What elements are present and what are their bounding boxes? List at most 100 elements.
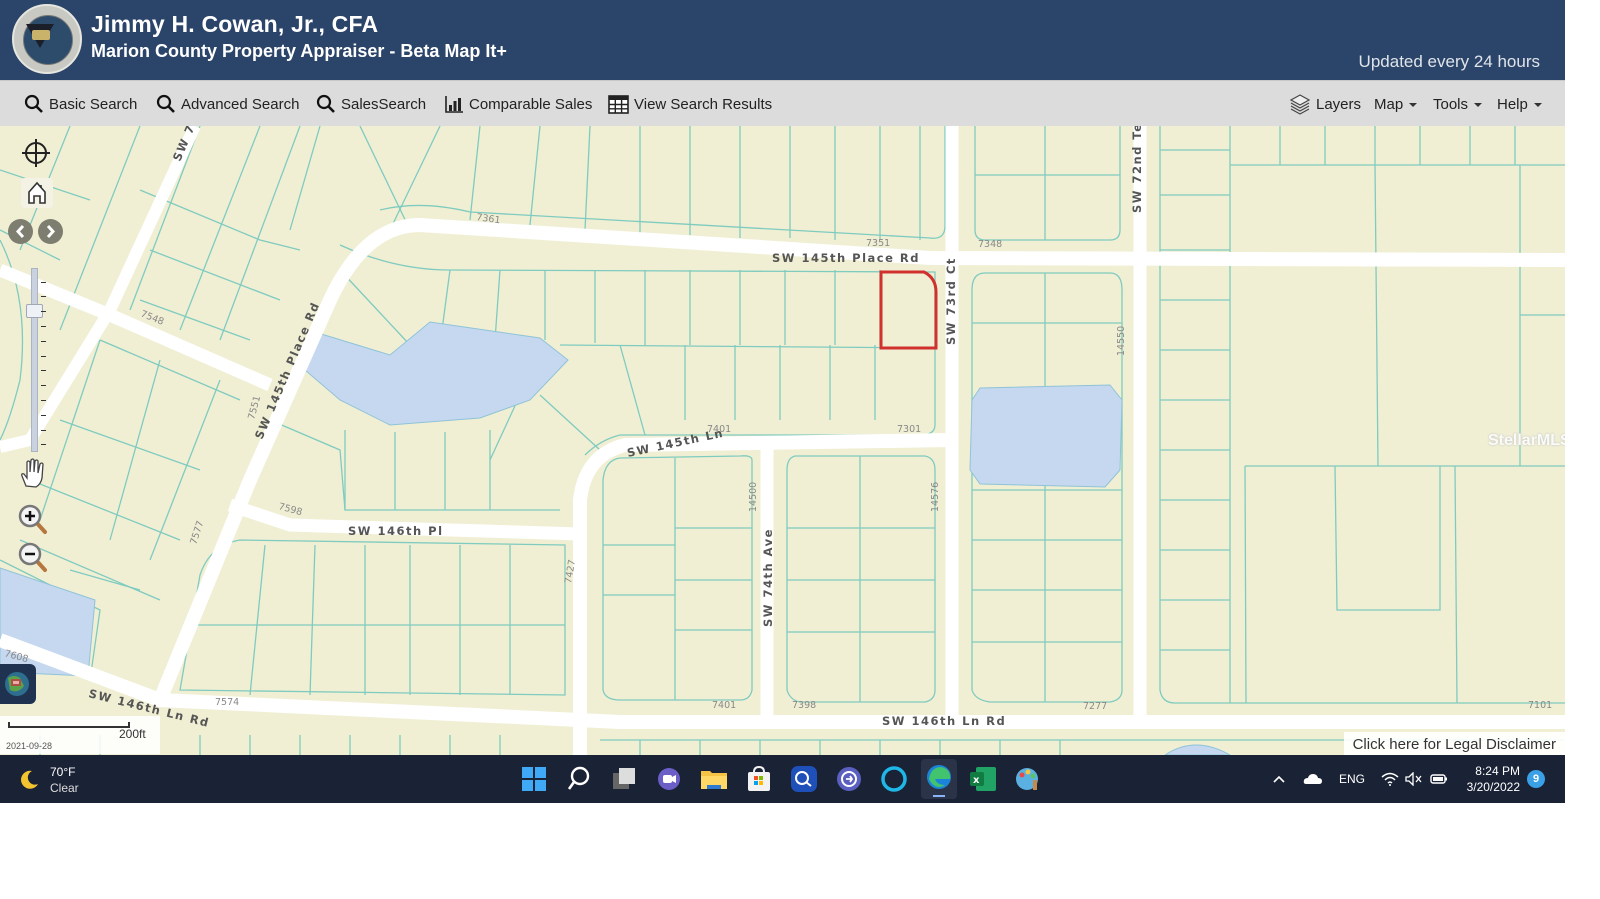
home-button[interactable] [21,178,53,208]
weather-temperature: 70°F [50,765,76,779]
address-label: 14500 [748,482,759,512]
layers-button[interactable]: Layers [1289,81,1361,127]
toolbar: Basic Search Advanced Search SalesSearch… [0,80,1565,127]
search-icon [24,94,43,113]
edge-icon [927,765,951,797]
map-canvas[interactable]: SW 145th Place Rd SW 145th Place Rd SW 7… [0,126,1565,755]
taskbar-search-button[interactable] [564,764,594,794]
street-label-sw-74th-ave: SW 74th Ave [761,528,775,627]
volume-button[interactable] [1405,755,1423,803]
locate-button[interactable] [21,138,51,168]
paint-button[interactable] [1013,764,1043,794]
comparable-sales-button[interactable]: Comparable Sales [444,81,592,127]
show-hidden-icons-button[interactable] [1272,755,1286,803]
chevron-left-icon [15,224,25,239]
zoom-out-button[interactable] [17,541,49,573]
basic-search-label: Basic Search [49,95,138,113]
caret-down-icon [1474,103,1483,107]
address-label: 7101 [1528,700,1552,711]
map-menu-label: Map [1374,95,1404,113]
address-label: 7401 [712,700,736,711]
parcel-map: SW 145th Place Rd SW 145th Place Rd SW 7… [0,126,1565,755]
crosshair-icon [22,139,50,167]
onedrive-button[interactable] [1303,755,1323,803]
address-label: 7398 [792,700,816,711]
legal-disclaimer-link[interactable]: Click here for Legal Disclaimer [1343,732,1565,755]
property-appraiser-seal-logo[interactable] [12,4,82,74]
watermark: StellarMLS [1488,432,1565,449]
caret-down-icon [1533,103,1542,107]
roads [0,126,1565,755]
sales-search-button[interactable]: SalesSearch [316,81,426,127]
clock-date: 3/20/2022 [1466,780,1520,794]
cloud-icon [1303,774,1322,784]
map-menu-button[interactable]: Map [1374,81,1418,127]
address-label: 14576 [930,482,941,512]
street-label-sw-72nd-ter: SW 72nd Te [1130,126,1144,213]
imagery-date: 2021-09-28 [6,741,53,751]
wifi-icon [1381,772,1399,786]
previous-extent-button[interactable] [8,219,33,244]
zoom-slider[interactable] [26,264,46,454]
basic-search-button[interactable]: Basic Search [24,81,137,127]
comparable-sales-label: Comparable Sales [469,95,593,113]
start-button[interactable] [519,764,549,794]
app-search-button[interactable] [789,764,819,794]
help-menu-label: Help [1497,95,1528,113]
address-label: 7401 [707,424,731,435]
header-banner: Jimmy H. Cowan, Jr., CFA Marion County P… [0,0,1565,80]
alexa-icon [881,766,907,792]
folder-icon [701,771,727,789]
tools-menu-button[interactable]: Tools [1433,81,1483,127]
excel-button[interactable]: x [968,764,998,794]
street-label-sw-146th-ln-rd-east: SW 146th Ln Rd [882,714,1006,728]
windows-taskbar: 70°F Clear x ENG 8:24 PM 3/20/2022 9 [0,755,1565,803]
alexa-button[interactable] [879,764,909,794]
zoom-in-button[interactable] [17,503,49,535]
next-extent-button[interactable] [38,219,63,244]
pan-button[interactable] [18,456,48,490]
pan-hand-icon [21,458,44,488]
view-search-results-label: View Search Results [634,95,773,113]
weather-description: Clear [50,781,79,795]
edge-button[interactable] [921,759,957,799]
microsoft-store-button[interactable] [744,764,774,794]
app-circle-icon [837,767,861,791]
file-explorer-button[interactable] [699,764,729,794]
notification-badge[interactable]: 9 [1527,770,1545,788]
wifi-button[interactable] [1381,755,1399,803]
address-label: 7577 [188,520,206,546]
help-menu-button[interactable]: Help [1497,81,1542,127]
store-icon [748,765,770,791]
basemap-toggle-button[interactable] [0,664,36,704]
weather-widget[interactable]: 70°F Clear [18,764,79,796]
street-label-sw-7x: SW 7 [170,126,198,163]
task-view-icon [613,768,635,789]
selected-parcel-outline[interactable] [879,270,938,350]
address-label: 7277 [1083,701,1107,712]
update-notice: Updated every 24 hours [1358,52,1540,71]
zoom-out-icon [18,542,47,572]
bar-chart-icon [445,96,463,113]
taskbar-clock[interactable]: 8:24 PM 3/20/2022 [1460,763,1520,795]
magnifier-app-icon [791,766,817,792]
chat-icon [658,768,680,790]
advanced-search-button[interactable]: Advanced Search [156,81,299,127]
task-view-button[interactable] [609,764,639,794]
tools-menu-label: Tools [1433,95,1469,113]
address-label: 7351 [866,238,890,249]
language-indicator[interactable]: ENG [1339,755,1365,803]
battery-button[interactable] [1430,755,1448,803]
teams-chat-button[interactable] [654,764,684,794]
paint-icon [1016,768,1038,790]
search-icon [316,94,335,113]
search-icon [567,766,590,790]
moon-icon [21,770,38,789]
street-label-sw-145th-place-rd: SW 145th Place Rd [772,251,920,265]
address-label: 7348 [978,239,1002,250]
app-circle-button[interactable] [834,764,864,794]
pond-west [304,321,569,426]
road-sw-146th-ln-rd [0,633,1565,729]
view-search-results-button[interactable]: View Search Results [608,81,772,127]
layers-icon [1289,94,1311,115]
